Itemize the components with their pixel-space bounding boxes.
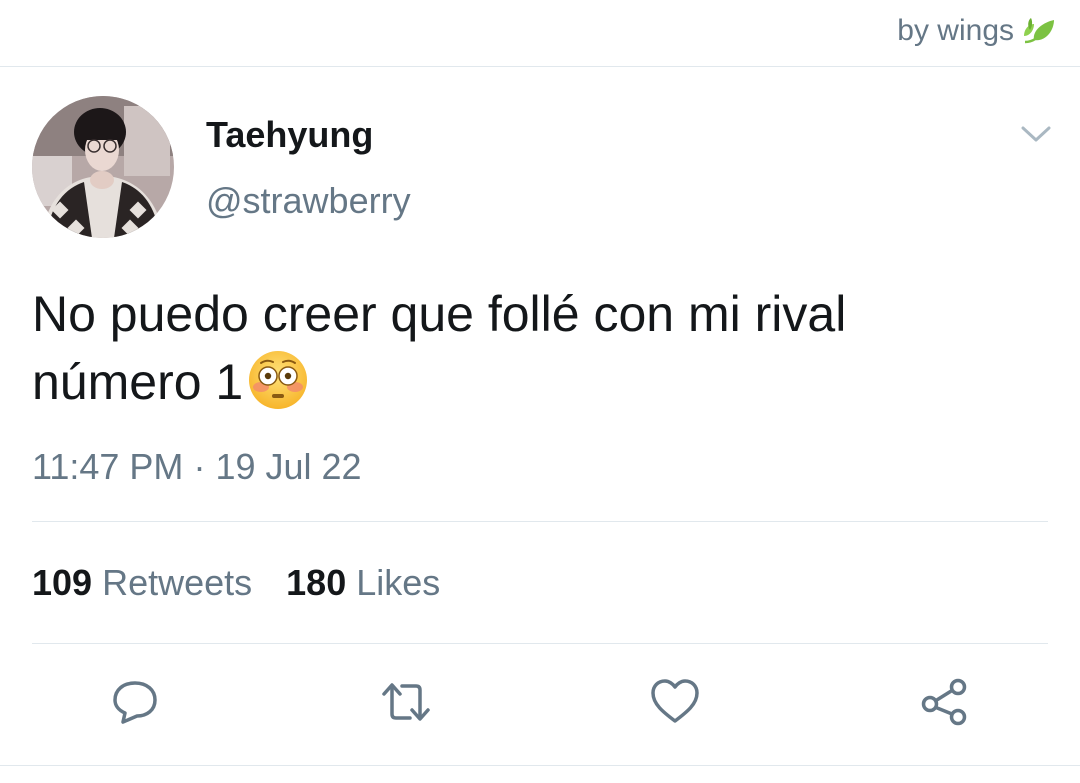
divider <box>32 521 1048 522</box>
retweets-label: Retweets <box>102 562 253 603</box>
share-icon <box>918 676 970 733</box>
tweet-text: No puedo creer que follé con mi rival nú… <box>32 280 1042 416</box>
share-button[interactable] <box>916 676 972 732</box>
likes-count: 180 <box>286 562 347 603</box>
action-bar <box>0 676 1080 732</box>
top-bar: by wings <box>0 0 1080 67</box>
like-icon <box>649 677 701 732</box>
watermark-text: by wings <box>897 14 1014 47</box>
reply-icon <box>109 676 161 733</box>
user-handle[interactable]: @strawberry <box>206 180 411 222</box>
tweet-text-line-2-text: número 1 <box>32 354 244 410</box>
retweet-button[interactable] <box>378 676 434 732</box>
tweet-timestamp[interactable]: 11:47 PM · 19 Jul 22 <box>32 446 362 488</box>
tweet-date: 19 Jul 22 <box>215 446 362 487</box>
flushed-face-emoji <box>247 349 309 411</box>
engagement-stats: 109 Retweets 180 Likes <box>32 562 440 604</box>
divider <box>0 765 1080 766</box>
reply-button[interactable] <box>107 676 163 732</box>
retweet-icon <box>378 676 434 733</box>
chevron-down-icon[interactable] <box>1016 118 1056 150</box>
tweet-time: 11:47 PM <box>32 446 184 487</box>
retweets-stat[interactable]: 109 Retweets <box>32 562 252 604</box>
likes-stat[interactable]: 180 Likes <box>286 562 440 604</box>
tweet-text-line-2: número 1 <box>32 348 1042 416</box>
leaf-icon <box>1022 16 1056 46</box>
divider <box>32 643 1048 644</box>
avatar[interactable] <box>32 96 174 238</box>
watermark: by wings <box>897 14 1056 48</box>
tweet-text-line-1: No puedo creer que follé con mi rival <box>32 286 847 342</box>
like-button[interactable] <box>647 676 703 732</box>
timestamp-separator: · <box>193 446 206 487</box>
display-name[interactable]: Taehyung <box>206 114 373 156</box>
likes-label: Likes <box>356 562 441 603</box>
retweets-count: 109 <box>32 562 93 603</box>
tweet-screen: by wings Taehyung @strawberry No puedo c… <box>0 0 1080 783</box>
